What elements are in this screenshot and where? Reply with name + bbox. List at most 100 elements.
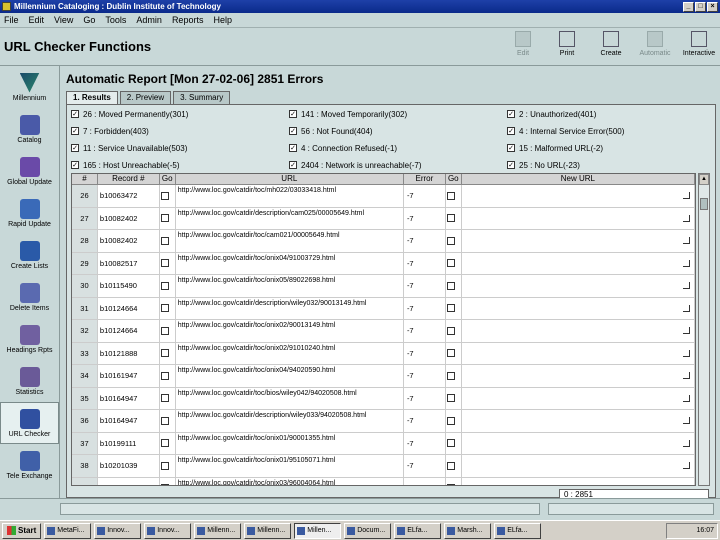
checkbox-icon[interactable] [161, 214, 170, 223]
error-filter-checkbox[interactable]: ✓ 4 : Internal Service Error(500) [507, 126, 711, 136]
menu-view[interactable]: View [54, 15, 73, 25]
url-cell[interactable]: http://www.loc.gov/catdir/description/wi… [176, 410, 404, 432]
sidebar-item-url-checker[interactable]: URL Checker [0, 402, 59, 444]
taskbar-button[interactable]: Innov... [94, 522, 142, 539]
new-url-field[interactable] [462, 275, 695, 297]
window-title-bar[interactable]: Millennium Cataloging : Dublin Institute… [0, 0, 720, 13]
col-num-header[interactable]: # [72, 174, 98, 184]
go-checkbox[interactable] [160, 455, 176, 477]
checkbox-checked-icon[interactable]: ✓ [289, 110, 297, 118]
automatic-button[interactable]: Automatic [639, 31, 671, 57]
go-checkbox-new[interactable] [446, 320, 462, 342]
sidebar-item-create-lists[interactable]: Create Lists [0, 234, 59, 276]
col-new-url-header[interactable]: New URL [462, 174, 695, 184]
checkbox-icon[interactable] [161, 304, 170, 313]
tab-results[interactable]: 1. Results [66, 91, 118, 104]
minimize-button[interactable]: _ [683, 1, 694, 12]
new-url-field[interactable] [462, 185, 695, 207]
menu-edit[interactable]: Edit [29, 15, 45, 25]
error-filter-checkbox[interactable]: ✓ 2404 : Network is unreachable(-7) [289, 160, 507, 170]
table-row[interactable]: 35 b10164947 http://www.loc.gov/catdir/toc… [72, 387, 695, 410]
table-row[interactable]: 36 b10164947 http://www.loc.gov/catdir/des… [72, 410, 695, 433]
go-checkbox-new[interactable] [446, 185, 462, 207]
checkbox-checked-icon[interactable]: ✓ [289, 144, 297, 152]
start-button[interactable]: Start [2, 522, 42, 539]
edit-button[interactable]: Edit [508, 31, 538, 57]
table-row[interactable]: 28 b10082402 http://www.loc.gov/catdir/toc… [72, 230, 695, 253]
new-url-field[interactable] [462, 455, 695, 477]
checkbox-icon[interactable] [161, 349, 170, 358]
url-cell[interactable]: http://www.loc.gov/catdir/toc/onix01/900… [176, 432, 404, 454]
checkbox-checked-icon[interactable]: ✓ [71, 110, 79, 118]
menu-admin[interactable]: Admin [136, 15, 162, 25]
url-cell[interactable]: http://www.loc.gov/catdir/toc/onix01/951… [176, 455, 404, 477]
menu-reports[interactable]: Reports [172, 15, 204, 25]
checkbox-icon[interactable] [447, 281, 456, 290]
new-url-field[interactable] [462, 410, 695, 432]
menu-tools[interactable]: Tools [105, 15, 126, 25]
error-filter-checkbox[interactable]: ✓ 26 : Moved Permanently(301) [71, 109, 289, 119]
tab-preview[interactable]: 2. Preview [119, 91, 172, 104]
checkbox-checked-icon[interactable]: ✓ [289, 127, 297, 135]
url-cell[interactable]: http://www.loc.gov/catdir/toc/onix05/890… [176, 275, 404, 297]
sidebar-item-catalog[interactable]: Catalog [0, 108, 59, 150]
go-checkbox[interactable] [160, 432, 176, 454]
sidebar-item-tele-exchange[interactable]: Tele Exchange [0, 444, 59, 486]
taskbar-button[interactable]: Docum... [344, 522, 392, 539]
scroll-thumb[interactable] [700, 198, 708, 210]
go-checkbox-new[interactable] [446, 410, 462, 432]
checkbox-icon[interactable] [447, 191, 456, 200]
col-record-header[interactable]: Record # [98, 174, 160, 184]
menu-help[interactable]: Help [213, 15, 232, 25]
checkbox-icon[interactable] [161, 259, 170, 268]
taskbar-button[interactable]: Millenn... [194, 522, 242, 539]
close-button[interactable]: × [707, 1, 718, 12]
new-url-field[interactable] [462, 365, 695, 387]
table-row[interactable]: 34 b10161947 http://www.loc.gov/catdir/toc… [72, 365, 695, 388]
url-cell[interactable]: http://www.loc.gov/catdir/toc/mh022/0303… [176, 185, 404, 207]
checkbox-icon[interactable] [447, 416, 456, 425]
url-cell[interactable]: http://www.loc.gov/catdir/toc/onix03/960… [176, 477, 404, 485]
table-row[interactable]: 26 b10063472 http://www.loc.gov/catdir/toc… [72, 185, 695, 208]
checkbox-checked-icon[interactable]: ✓ [289, 161, 297, 169]
table-row[interactable]: 29 b10082517 http://www.loc.gov/catdir/toc… [72, 252, 695, 275]
table-row[interactable]: 37 b10199111 http://www.loc.gov/catdir/toc… [72, 432, 695, 455]
go-checkbox[interactable] [160, 365, 176, 387]
go-checkbox[interactable] [160, 297, 176, 319]
go-checkbox-new[interactable] [446, 342, 462, 364]
table-row[interactable]: 39b10201039 http://www.loc.gov/catdir/toc… [72, 477, 695, 485]
go-checkbox[interactable] [160, 252, 176, 274]
go-checkbox-new[interactable] [446, 275, 462, 297]
error-filter-checkbox[interactable]: ✓ 7 : Forbidden(403) [71, 126, 289, 136]
checkbox-icon[interactable] [447, 304, 456, 313]
sidebar-item-statistics[interactable]: Statistics [0, 360, 59, 402]
error-filter-checkbox[interactable]: ✓ 141 : Moved Temporarily(302) [289, 109, 507, 119]
taskbar-button[interactable]: ELfa... [494, 522, 542, 539]
checkbox-icon[interactable] [447, 326, 456, 335]
go-checkbox[interactable] [160, 342, 176, 364]
url-cell[interactable]: http://www.loc.gov/catdir/toc/onix02/900… [176, 320, 404, 342]
checkbox-icon[interactable] [447, 349, 456, 358]
taskbar-button[interactable]: Marsh... [444, 522, 492, 539]
checkbox-icon[interactable] [161, 439, 170, 448]
checkbox-icon[interactable] [161, 326, 170, 335]
table-row[interactable]: 32 b10124664 http://www.loc.gov/catdir/toc… [72, 320, 695, 343]
go-checkbox[interactable] [160, 275, 176, 297]
new-url-field[interactable] [462, 342, 695, 364]
url-cell[interactable]: http://www.loc.gov/catdir/toc/bios/wiley… [176, 387, 404, 409]
checkbox-icon[interactable] [447, 214, 456, 223]
col-go-header[interactable]: Go [160, 174, 176, 184]
create-button[interactable]: Create [596, 31, 626, 57]
taskbar-button[interactable]: Millen... [294, 522, 342, 539]
error-filter-checkbox[interactable]: ✓ 11 : Service Unavailable(503) [71, 143, 289, 153]
go-checkbox-new[interactable] [446, 387, 462, 409]
checkbox-icon[interactable] [161, 236, 170, 245]
table-row[interactable]: 33 b10121888 http://www.loc.gov/catdir/toc… [72, 342, 695, 365]
menu-file[interactable]: File [4, 15, 19, 25]
url-cell[interactable]: http://www.loc.gov/catdir/toc/onix04/940… [176, 365, 404, 387]
error-filter-checkbox[interactable]: ✓ 15 : Malformed URL(-2) [507, 143, 711, 153]
maximize-button[interactable]: □ [695, 1, 706, 12]
checkbox-icon[interactable] [161, 394, 170, 403]
checkbox-icon[interactable] [447, 236, 456, 245]
checkbox-icon[interactable] [161, 461, 170, 470]
